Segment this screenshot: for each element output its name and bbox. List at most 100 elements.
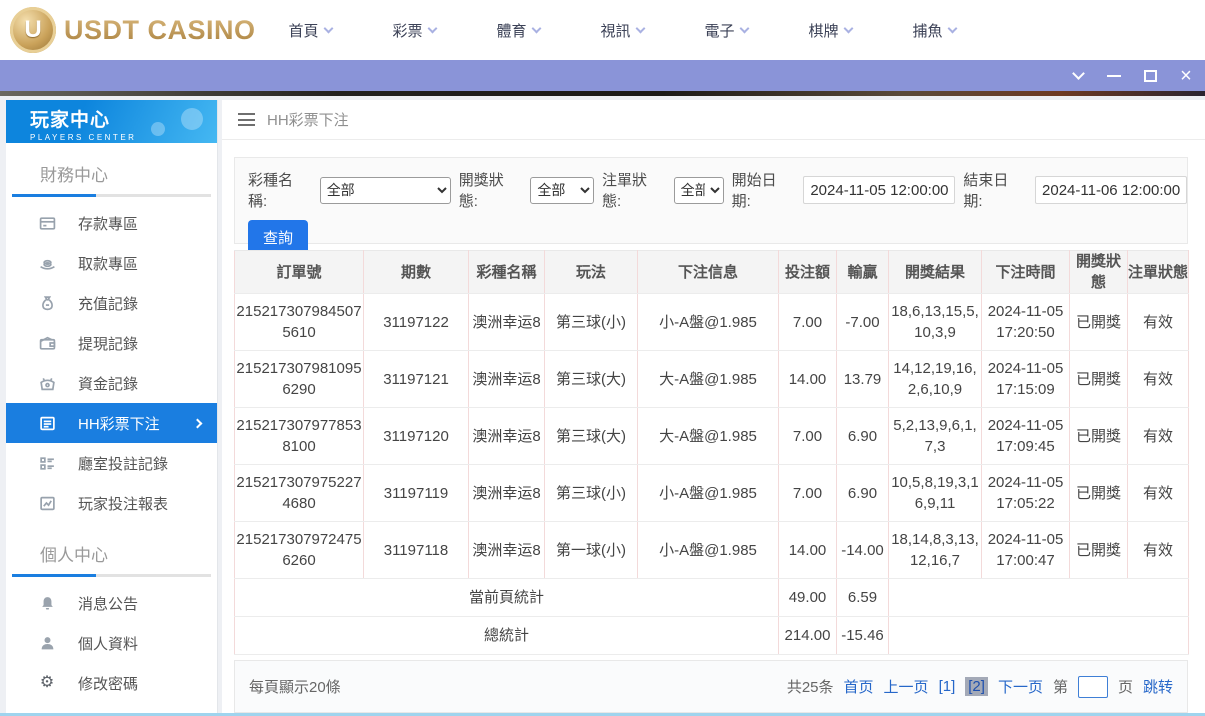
col-period: 期數: [364, 251, 469, 294]
table-cell: 2152173079845075610: [235, 294, 364, 351]
lottery-bet-list-icon: [38, 414, 56, 432]
nav-item-live[interactable]: 視訊: [570, 0, 674, 60]
nav-item-sports[interactable]: 體育: [466, 0, 570, 60]
col-bet-time: 下注時間: [982, 251, 1070, 294]
order-status-label: 注單狀態:: [602, 169, 666, 211]
page-summary-win-loss: 6.59: [837, 579, 889, 617]
table-cell: 已開獎: [1070, 294, 1128, 351]
draw-status-select[interactable]: 全部: [530, 177, 594, 204]
window-minimize-icon[interactable]: [1103, 65, 1125, 87]
page-2-link-current[interactable]: [2]: [965, 677, 988, 696]
page-1-link[interactable]: [1]: [939, 678, 956, 695]
table-cell: 31197121: [364, 351, 469, 408]
col-bet-info: 下注信息: [638, 251, 779, 294]
table-cell: 14.00: [779, 351, 837, 408]
chevron-down-icon: [843, 23, 853, 33]
sidebar-item-withdraw[interactable]: 取款專區: [6, 243, 217, 283]
table-row: 2152173079778538100 31197120 澳洲幸运8 第三球(大…: [235, 408, 1189, 465]
sidebar-item-announcements[interactable]: 消息公告: [6, 583, 217, 623]
app-header: U USDT CASINO 首頁 彩票 體育 視訊 電子 棋牌 捕魚: [0, 0, 1205, 60]
table-cell: -14.00: [837, 522, 889, 579]
table-cell: 已開獎: [1070, 351, 1128, 408]
table-cell: 小-A盤@1.985: [638, 465, 779, 522]
page-summary-label: 當前頁統計: [235, 579, 779, 617]
nav-item-home[interactable]: 首頁: [258, 0, 362, 60]
sidebar-item-funds-records[interactable]: 資金記錄: [6, 363, 217, 403]
sidebar-item-change-password[interactable]: ⚙ 修改密碼: [6, 663, 217, 703]
window-top-border: [0, 91, 1205, 96]
table-cell: 已開獎: [1070, 522, 1128, 579]
table-cell: 2024-11-05 17:09:45: [982, 408, 1070, 465]
table-cell: 10,5,8,19,3,16,9,11: [889, 465, 982, 522]
chevron-down-icon: [427, 23, 437, 33]
window-titlebar: ×: [0, 60, 1205, 91]
table-row: 2152173079810956290 31197121 澳洲幸运8 第三球(大…: [235, 351, 1189, 408]
end-date-input[interactable]: [1035, 176, 1187, 204]
table-cell: 2024-11-05 17:20:50: [982, 294, 1070, 351]
deposit-card-icon: [38, 214, 56, 232]
table-cell: 澳洲幸运8: [469, 522, 545, 579]
window-chevron-down-icon[interactable]: [1067, 65, 1089, 87]
main-nav: 首頁 彩票 體育 視訊 電子 棋牌 捕魚: [258, 0, 986, 60]
table-cell: 有效: [1128, 294, 1189, 351]
table-cell: 已開獎: [1070, 408, 1128, 465]
table-cell: 第三球(小): [545, 294, 638, 351]
window-maximize-icon[interactable]: [1139, 65, 1161, 87]
nav-item-cards[interactable]: 棋牌: [778, 0, 882, 60]
next-page-link[interactable]: 下一页: [998, 676, 1043, 697]
table-cell: 2152173079778538100: [235, 408, 364, 465]
jump-button[interactable]: 跳转: [1143, 676, 1173, 697]
col-draw-status: 開獎狀態: [1070, 251, 1128, 294]
sidebar-item-player-report[interactable]: 玩家投注報表: [6, 483, 217, 523]
table-cell: 13.79: [837, 351, 889, 408]
pagination: 共25条 首页 上一页 [1] [2] 下一页 第 页 跳转: [787, 676, 1173, 698]
table-cell: 31197122: [364, 294, 469, 351]
sidebar: 玩家中心 PLAYERS CENTER 財務中心 存款專區 取款專區 充值記錄 …: [6, 100, 218, 716]
table-cell: 2024-11-05 17:05:22: [982, 465, 1070, 522]
player-report-chart-icon: [38, 494, 56, 512]
table-cell: 5,2,13,9,6,1,7,3: [889, 408, 982, 465]
lottery-name-select[interactable]: 全部: [320, 177, 451, 204]
table-cell: 7.00: [779, 408, 837, 465]
table-cell: 2024-11-05 17:00:47: [982, 522, 1070, 579]
brand-logo[interactable]: U USDT CASINO: [10, 7, 256, 53]
col-win-loss: 輸贏: [837, 251, 889, 294]
table-cell: 有效: [1128, 408, 1189, 465]
table-cell: 6.90: [837, 408, 889, 465]
table-cell: 14.00: [779, 522, 837, 579]
hamburger-icon[interactable]: [238, 113, 255, 126]
withdrawal-wallet-icon: [38, 334, 56, 352]
chevron-down-icon: [323, 23, 333, 33]
brand-name: USDT CASINO: [64, 15, 256, 46]
section-divider: [12, 574, 211, 577]
table-cell: 2152173079752274680: [235, 465, 364, 522]
gamepad-decoration-icon: [149, 106, 203, 136]
table-cell: -7.00: [837, 294, 889, 351]
start-date-input[interactable]: [803, 176, 955, 204]
announcement-bell-icon: [38, 594, 56, 612]
table-cell: 6.90: [837, 465, 889, 522]
sidebar-item-room-bet-records[interactable]: 廳室投註記錄: [6, 443, 217, 483]
order-status-select[interactable]: 全部: [674, 177, 724, 204]
col-draw-result: 開獎結果: [889, 251, 982, 294]
page-jump-input[interactable]: [1078, 676, 1108, 698]
nav-item-slots[interactable]: 電子: [674, 0, 778, 60]
sidebar-item-deposit[interactable]: 存款專區: [6, 203, 217, 243]
table-cell: 14,12,19,16,2,6,10,9: [889, 351, 982, 408]
sidebar-item-recharge-records[interactable]: 充值記錄: [6, 283, 217, 323]
table-cell: 2152173079810956290: [235, 351, 364, 408]
sidebar-item-hh-lottery-bets[interactable]: HH彩票下注: [6, 403, 217, 443]
jump-prefix-label: 第: [1053, 676, 1068, 697]
prev-page-link[interactable]: 上一页: [884, 676, 929, 697]
window-close-icon[interactable]: ×: [1175, 65, 1197, 87]
sidebar-item-withdrawal-records[interactable]: 提現記錄: [6, 323, 217, 363]
col-bet-amount: 投注額: [779, 251, 837, 294]
page-title: HH彩票下注: [267, 109, 349, 130]
section-title-personal: 個人中心: [6, 523, 217, 574]
chevron-down-icon: [947, 23, 957, 33]
grand-summary-bet-total: 214.00: [779, 617, 837, 655]
sidebar-item-profile[interactable]: 個人資料: [6, 623, 217, 663]
nav-item-lottery[interactable]: 彩票: [362, 0, 466, 60]
nav-item-fishing[interactable]: 捕魚: [882, 0, 986, 60]
first-page-link[interactable]: 首页: [844, 676, 874, 697]
